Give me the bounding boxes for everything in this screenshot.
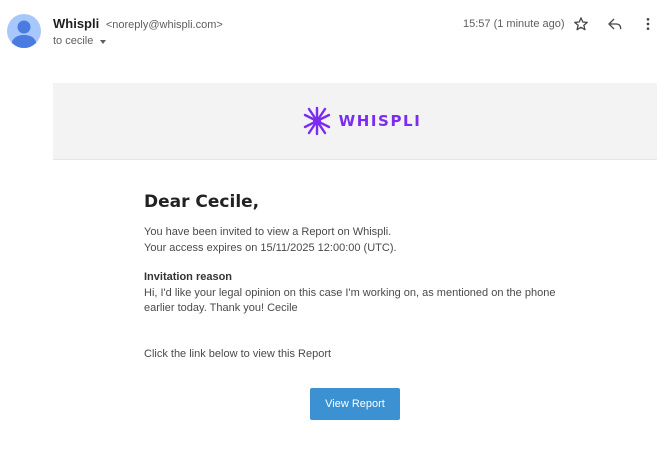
- greeting: Dear Cecile,: [144, 192, 260, 212]
- email-banner: WHISPLI: [53, 83, 657, 160]
- whispli-logo-icon: [303, 106, 330, 136]
- timestamp: 15:57 (1 minute ago): [463, 18, 565, 30]
- sender-line: Whispli <noreply@whispli.com>: [53, 16, 223, 31]
- invitation-reason-title: Invitation reason: [144, 271, 233, 283]
- invitation-reason-line: Hi, I'd like your legal opinion on this …: [144, 286, 556, 299]
- expiry-line: Your access expires on 15/11/2025 12:00:…: [144, 241, 397, 254]
- view-report-button[interactable]: View Report: [310, 388, 400, 420]
- chevron-down-icon[interactable]: [100, 39, 107, 44]
- intro-paragraph: You have been invited to view a Report o…: [144, 225, 397, 256]
- cta-text: Click the link below to view this Report: [144, 348, 332, 360]
- intro-line: You have been invited to view a Report o…: [144, 226, 392, 238]
- sender-email: <noreply@whispli.com>: [105, 19, 223, 31]
- recipient-details-toggle[interactable]: to cecile: [53, 35, 107, 47]
- sender-name[interactable]: Whispli: [53, 16, 99, 31]
- whispli-logo: WHISPLI: [301, 105, 422, 137]
- more-vert-icon[interactable]: [637, 13, 659, 35]
- invitation-reason-block: Invitation reason Hi, I'd like your lega…: [144, 270, 555, 317]
- star-icon[interactable]: [570, 13, 592, 35]
- logo-text: WHISPLI: [338, 112, 422, 130]
- reply-icon[interactable]: [604, 13, 626, 35]
- sender-avatar[interactable]: [7, 14, 41, 48]
- invitation-reason-line: earlier today. Thank you! Cecile: [144, 302, 298, 314]
- recipient-label: to cecile: [53, 35, 94, 47]
- avatar-icon: [11, 20, 37, 48]
